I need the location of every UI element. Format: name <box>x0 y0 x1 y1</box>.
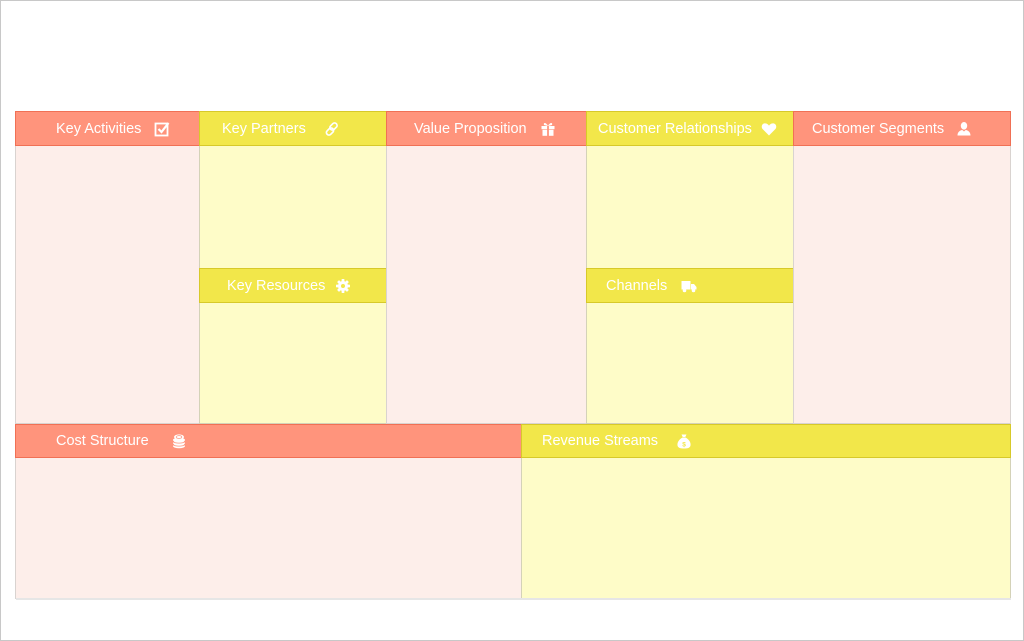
key-activities-header: Key Activities <box>15 111 200 146</box>
key-partners-label: Key Partners <box>222 120 306 137</box>
channels-header: Channels <box>586 268 794 303</box>
gift-icon <box>540 121 556 137</box>
revenue-streams-header: Revenue Streams $ <box>521 424 1011 458</box>
customer-relationships-label: Customer Relationships <box>598 120 752 137</box>
value-proposition-label: Value Proposition <box>414 120 527 137</box>
gear-icon <box>335 278 351 294</box>
customer-relationships-header: Customer Relationships <box>586 111 794 146</box>
key-activities-label: Key Activities <box>56 120 142 137</box>
link-icon <box>324 121 340 137</box>
canvas-bottom-shadow <box>16 598 1011 600</box>
key-activities-block[interactable] <box>15 111 200 424</box>
checkbox-checked-icon <box>154 121 170 137</box>
revenue-streams-label: Revenue Streams <box>542 433 659 449</box>
value-proposition-header: Value Proposition <box>386 111 587 146</box>
key-resources-label: Key Resources <box>227 277 326 294</box>
truck-icon <box>681 278 697 294</box>
cost-structure-label: Cost Structure <box>56 433 149 449</box>
channels-label: Channels <box>606 277 668 294</box>
heart-icon <box>761 121 777 137</box>
customer-segments-label: Customer Segments <box>812 120 945 137</box>
customer-segments-header: Customer Segments <box>793 111 1011 146</box>
key-resources-header: Key Resources <box>199 268 387 303</box>
customer-segments-block[interactable] <box>793 111 1011 424</box>
key-partners-header: Key Partners <box>199 111 387 146</box>
value-proposition-block[interactable] <box>386 111 587 424</box>
svg-text:$: $ <box>682 441 686 448</box>
money-bag-icon: $ <box>676 433 692 449</box>
cost-structure-header: Cost Structure <box>15 424 522 458</box>
coins-icon <box>171 433 187 449</box>
user-icon <box>956 121 972 137</box>
